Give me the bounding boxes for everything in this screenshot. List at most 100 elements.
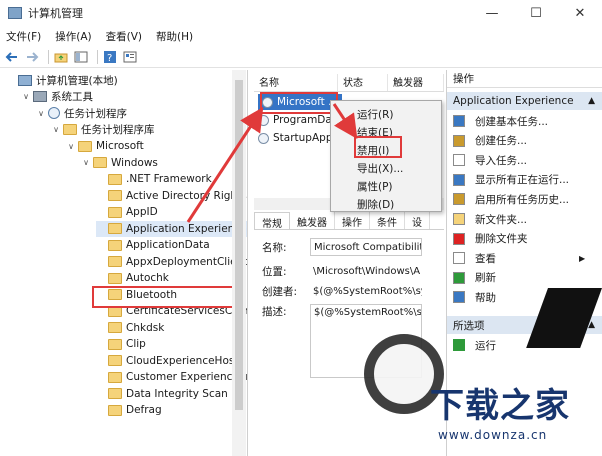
tree-scrollbar[interactable] — [232, 70, 246, 456]
tree-item[interactable]: Autochk — [96, 270, 169, 286]
action-label: 删除文件夹 — [475, 233, 528, 246]
disable-highlight-box — [354, 136, 402, 158]
new-folder-icon — [453, 213, 465, 225]
tree-item[interactable]: Chkdsk — [96, 320, 164, 336]
tree-item[interactable]: ∨ 任务计划程序 — [36, 105, 127, 121]
maximize-button[interactable]: ☐ — [514, 0, 558, 26]
expand-chevron-icon[interactable]: ∨ — [51, 125, 61, 134]
action-item[interactable]: 运行 — [453, 336, 496, 354]
create-task-icon — [453, 134, 465, 147]
folder-icon — [93, 157, 107, 168]
expand-chevron-icon[interactable]: ∨ — [81, 158, 91, 167]
action-item[interactable]: 刷新 — [453, 269, 496, 287]
tree-item-label: 任务计划程序库 — [81, 124, 155, 136]
folder-icon — [108, 322, 122, 333]
menu-item-export[interactable]: 导出(X)... — [357, 161, 403, 176]
menu-item-properties[interactable]: 属性(P) — [357, 179, 393, 194]
action-item[interactable]: 创建基本任务... — [453, 112, 548, 130]
name-field[interactable]: Microsoft Compatibilit — [310, 238, 422, 256]
tree-item-label: Defrag — [126, 404, 162, 416]
tab-settings[interactable]: 设 — [405, 212, 430, 229]
menu-view[interactable]: 查看(V) — [106, 29, 142, 44]
action-item[interactable]: 显示所有正在运行... — [453, 171, 569, 189]
action-item[interactable]: 帮助 — [453, 288, 496, 306]
help-icon[interactable]: ? — [102, 49, 118, 65]
menu-help[interactable]: 帮助(H) — [156, 29, 193, 44]
tree-item[interactable]: Defrag — [96, 402, 162, 418]
collapse-icon[interactable]: ▲ — [588, 96, 595, 106]
folder-icon — [63, 124, 77, 135]
pc-icon — [18, 74, 32, 86]
forward-icon[interactable] — [24, 49, 40, 65]
actions-section-application-experience[interactable]: Application Experience ▲ — [447, 92, 602, 110]
tab-general[interactable]: 常规 — [254, 212, 290, 230]
tree-item[interactable]: CloudExperienceHost — [96, 353, 238, 369]
tree-item[interactable]: ∨ 系统工具 — [21, 89, 93, 105]
scrollbar-thumb[interactable] — [235, 80, 243, 410]
tree-item[interactable]: Clip — [96, 336, 146, 352]
tree-item[interactable]: .NET Framework — [96, 171, 212, 187]
tree-item-label: Autochk — [126, 272, 169, 284]
running-tasks-icon — [453, 173, 465, 186]
tree-item[interactable]: AppID — [96, 204, 158, 220]
clock-icon — [48, 107, 60, 119]
tree-item-label: Microsoft — [96, 140, 144, 152]
action-item[interactable]: 导入任务... — [453, 151, 527, 169]
column-trigger[interactable]: 触发器 — [388, 74, 444, 91]
column-name[interactable]: 名称 — [254, 74, 338, 91]
folder-icon — [78, 140, 92, 152]
action-item[interactable]: 删除文件夹 — [453, 230, 528, 248]
back-icon[interactable] — [4, 49, 20, 65]
tree-item-label: Windows — [111, 156, 158, 169]
tree-item[interactable]: ∨ Microsoft — [66, 138, 144, 154]
task-highlight-box — [260, 92, 338, 114]
tree-item[interactable]: Data Integrity Scan — [96, 386, 228, 402]
tree-item[interactable]: ∨ 任务计划程序库 — [51, 122, 155, 138]
tree-item[interactable]: 计算机管理(本地) — [6, 72, 118, 88]
close-button[interactable]: ✕ — [558, 0, 602, 26]
help-icon — [453, 291, 465, 304]
tab-actions[interactable]: 操作 — [335, 212, 370, 229]
show-tree-icon[interactable] — [73, 49, 89, 65]
tree-item-label: .NET Framework — [126, 173, 212, 185]
tree-item[interactable]: ∨ Windows — [81, 155, 158, 171]
action-item[interactable]: 启用所有任务历史... — [453, 190, 569, 208]
expand-chevron-icon[interactable]: ∨ — [36, 109, 46, 118]
toolbar-divider — [48, 49, 49, 64]
properties-icon[interactable] — [122, 49, 138, 65]
tree-item[interactable]: Customer Experience Im — [96, 369, 247, 385]
menu-file[interactable]: 文件(F) — [6, 29, 41, 44]
tools-icon — [33, 91, 47, 102]
action-label: 刷新 — [475, 272, 496, 285]
tree-item-label: CloudExperienceHost — [126, 354, 239, 367]
folder-icon — [108, 355, 122, 366]
tree-item[interactable]: Active Directory Rights M — [96, 188, 247, 204]
minimize-button[interactable]: — — [470, 0, 514, 26]
action-item[interactable]: 创建任务... — [453, 132, 527, 150]
menu-item-run[interactable]: 运行(R) — [357, 107, 394, 122]
menu-action[interactable]: 操作(A) — [55, 29, 91, 44]
tab-triggers[interactable]: 触发器 — [290, 212, 335, 229]
tree-item[interactable]: Application Experience — [96, 220, 247, 237]
tree-item[interactable]: ApplicationData — [96, 237, 210, 253]
action-item[interactable]: 新文件夹... — [453, 210, 527, 228]
create-basic-task-icon — [453, 115, 465, 127]
tree-item-label: 计算机管理(本地) — [36, 74, 118, 87]
tab-conditions[interactable]: 条件 — [370, 212, 405, 229]
watermark-logo: 下载之家 — [430, 386, 570, 426]
column-status[interactable]: 状态 — [338, 74, 388, 91]
expand-chevron-icon[interactable]: ∨ — [21, 92, 31, 101]
up-folder-icon[interactable] — [53, 49, 69, 65]
name-label: 名称: — [262, 241, 287, 254]
expand-chevron-icon[interactable]: ∨ — [66, 142, 76, 151]
svg-text:?: ? — [107, 53, 112, 64]
folder-icon — [108, 190, 122, 201]
tree-item-label: 系统工具 — [51, 91, 93, 103]
menu-item-delete[interactable]: 删除(D) — [357, 197, 394, 212]
refresh-icon — [453, 271, 465, 284]
action-item[interactable]: 查看 ▶ — [453, 249, 585, 267]
toolbar: ? — [0, 46, 602, 68]
tree-item[interactable]: AppxDeploymentClient — [96, 254, 247, 270]
author-value: $(@%SystemRoot%\sy — [310, 282, 422, 300]
action-label: 运行 — [475, 339, 496, 352]
